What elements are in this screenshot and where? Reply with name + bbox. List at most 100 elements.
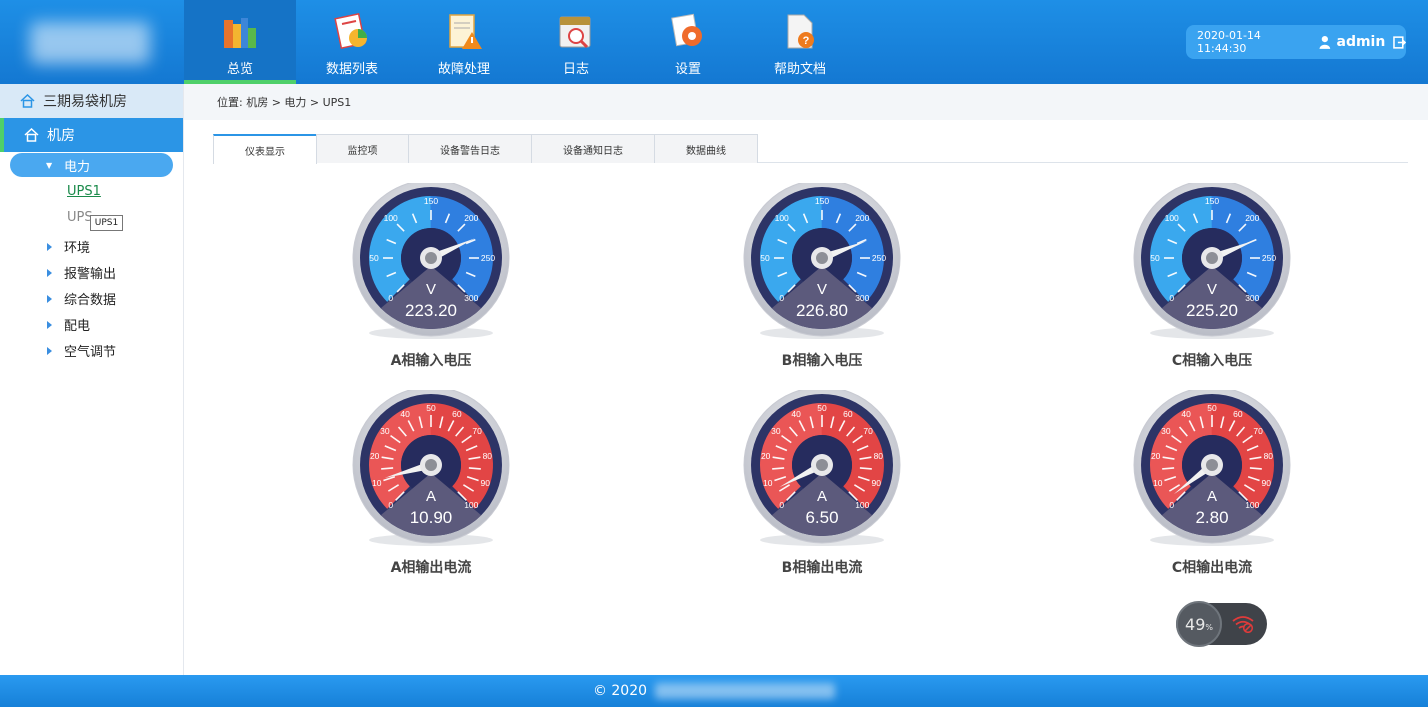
tree-leaf-ups1[interactable]: UPS1 — [67, 184, 101, 199]
gauge-tick-label: 70 — [1253, 426, 1263, 437]
gauge-unit: V — [816, 281, 827, 298]
network-widget[interactable]: 49% — [1176, 601, 1267, 647]
gauge-voltage: 0 50 100 150 200 250 300 V 226.80 B相输入电压 — [737, 183, 907, 373]
tree-node-label: 报警输出 — [64, 267, 117, 282]
gauge-tick-label: 60 — [1233, 409, 1243, 420]
gauge-tick-label: 100 — [383, 212, 398, 223]
gauge-current: 0 10 20 30 40 50 60 70 80 90 100 A 10.90 A相输出电流 — [346, 390, 516, 580]
tree-node-alarm-output[interactable]: 报警输出 — [47, 263, 116, 282]
main-nav: 总览 数据列表 故障处理 日志 设置 ? 帮助文档 — [184, 0, 856, 84]
gauge-tick-label: 10 — [1153, 477, 1163, 488]
tab-gauge-display[interactable]: 仪表显示 — [213, 134, 317, 164]
gauge-tick-label: 80 — [873, 451, 884, 462]
gauge-tick-label: 50 — [817, 403, 827, 413]
sidebar-site[interactable]: 三期易袋机房 — [0, 84, 183, 118]
gauge-title: A相输入电压 — [390, 353, 472, 369]
help-document-icon: ? — [787, 14, 814, 49]
username[interactable]: admin — [1337, 34, 1386, 50]
gauge-title: C相输入电压 — [1171, 353, 1253, 369]
sidebar-room[interactable]: 机房 — [0, 118, 183, 152]
gauge-dial — [743, 183, 901, 339]
gauge-tick-label: 30 — [771, 426, 781, 437]
breadcrumb: 位置: 机房 > 电力 > UPS1 — [184, 84, 1428, 120]
expand-right-icon — [47, 294, 52, 303]
tab-device-warning-log[interactable]: 设备警告日志 — [408, 134, 532, 163]
gauge-value: 10.90 — [409, 508, 453, 527]
calendar-log-icon — [559, 16, 591, 49]
gauge-dial — [1133, 183, 1291, 339]
nav-log[interactable]: 日志 — [520, 0, 632, 84]
gauge-tick-label: 60 — [452, 409, 462, 420]
company-name-redacted — [655, 683, 836, 699]
gauge-tick-label: 70 — [472, 426, 482, 437]
nav-label: 数据列表 — [325, 62, 378, 77]
gauge-dial — [352, 390, 510, 546]
gauge-tick-label: 50 — [369, 253, 379, 263]
expand-right-icon — [47, 268, 52, 277]
gauge-tick-label: 10 — [372, 477, 382, 488]
gauge-tick-label: 50 — [1207, 403, 1217, 413]
nav-help-docs[interactable]: ? 帮助文档 — [744, 0, 856, 84]
gauge-unit: V — [425, 281, 436, 298]
gauge-unit: A — [816, 488, 827, 505]
gauge-tick-label: 90 — [1261, 477, 1271, 488]
gauge-title: B相输出电流 — [781, 560, 863, 576]
gauge-unit: A — [1206, 488, 1217, 505]
gauge-tick-label: 250 — [871, 253, 887, 263]
user-icon — [1319, 35, 1331, 49]
nav-settings[interactable]: 设置 — [632, 0, 744, 84]
gauge-current: 0 10 20 30 40 50 60 70 80 90 100 A 6.50 B相输出电流 — [737, 390, 907, 580]
gauge-tick-label: 150 — [814, 196, 830, 206]
tree-node-distribution[interactable]: 配电 — [47, 315, 90, 334]
tree-leaf-ups2[interactable]: UPS — [67, 210, 93, 225]
gauge-dial — [1133, 390, 1291, 546]
tab-monitor-items[interactable]: 监控项 — [316, 134, 409, 163]
expand-right-icon — [47, 242, 52, 251]
gauge-dial — [743, 390, 901, 546]
gauge-voltage: 0 50 100 150 200 250 300 V 223.20 A相输入电压 — [346, 183, 516, 373]
tab-device-notice-log[interactable]: 设备通知日志 — [531, 134, 655, 163]
nav-label: 设置 — [674, 62, 701, 77]
tooltip: UPS1 — [90, 215, 123, 231]
logout-icon[interactable] — [1393, 35, 1406, 49]
gauge-value: 226.80 — [796, 301, 848, 320]
gauge-title: C相输出电流 — [1171, 560, 1253, 576]
fault-warning-icon — [449, 14, 482, 49]
gauge-tick-label: 200 — [855, 212, 870, 223]
tree-node-label: 配电 — [64, 319, 91, 334]
company-logo — [0, 0, 184, 84]
sidebar-room-label: 机房 — [47, 128, 75, 144]
top-navigation-bar: 总览 数据列表 故障处理 日志 设置 ? 帮助文档 2020-01-14 11:… — [0, 0, 1428, 84]
tree-node-label: 环境 — [64, 241, 91, 256]
nav-overview[interactable]: 总览 — [184, 0, 296, 84]
tree-node-power[interactable]: ▼ 电力 — [10, 153, 173, 177]
tree-node-label: 电力 — [64, 159, 91, 175]
tree-node-environment[interactable]: 环境 — [47, 237, 90, 256]
tree-node-composite-data[interactable]: 综合数据 — [47, 289, 116, 308]
nav-data-list[interactable]: 数据列表 — [296, 0, 408, 84]
gauge-tick-label: 40 — [791, 409, 801, 420]
network-usage-circle: 49% — [1176, 601, 1222, 647]
settings-gear-icon — [671, 13, 702, 47]
nav-fault-handling[interactable]: 故障处理 — [408, 0, 520, 84]
gauge-tick-label: 20 — [760, 451, 771, 462]
gauge-value: 223.20 — [405, 301, 457, 320]
current-datetime: 2020-01-14 11:44:30 — [1197, 29, 1261, 55]
network-percent: 49% — [1185, 614, 1213, 634]
gauge-tick-label: 200 — [464, 212, 479, 223]
gauge-dial — [352, 183, 510, 339]
gauge-current: 0 10 20 30 40 50 60 70 80 90 100 A 2.80 C相输出电流 — [1127, 390, 1297, 580]
gauge-tick-label: 90 — [480, 477, 490, 488]
gauge-tick-label: 80 — [482, 451, 493, 462]
gauge-value: 2.80 — [1195, 508, 1229, 527]
gauge-tick-label: 200 — [1245, 212, 1260, 223]
sidebar-site-label: 三期易袋机房 — [43, 94, 127, 110]
gauge-tick-label: 10 — [763, 477, 773, 488]
tab-data-curve[interactable]: 数据曲线 — [654, 134, 758, 163]
tree-node-air-conditioning[interactable]: 空气调节 — [47, 341, 116, 360]
wifi-disconnected-icon — [1232, 616, 1254, 633]
nav-label: 帮助文档 — [773, 62, 826, 77]
svg-text:?: ? — [803, 35, 810, 47]
copyright-text: © 2020 — [592, 683, 648, 699]
gauge-tick-label: 50 — [426, 403, 436, 413]
